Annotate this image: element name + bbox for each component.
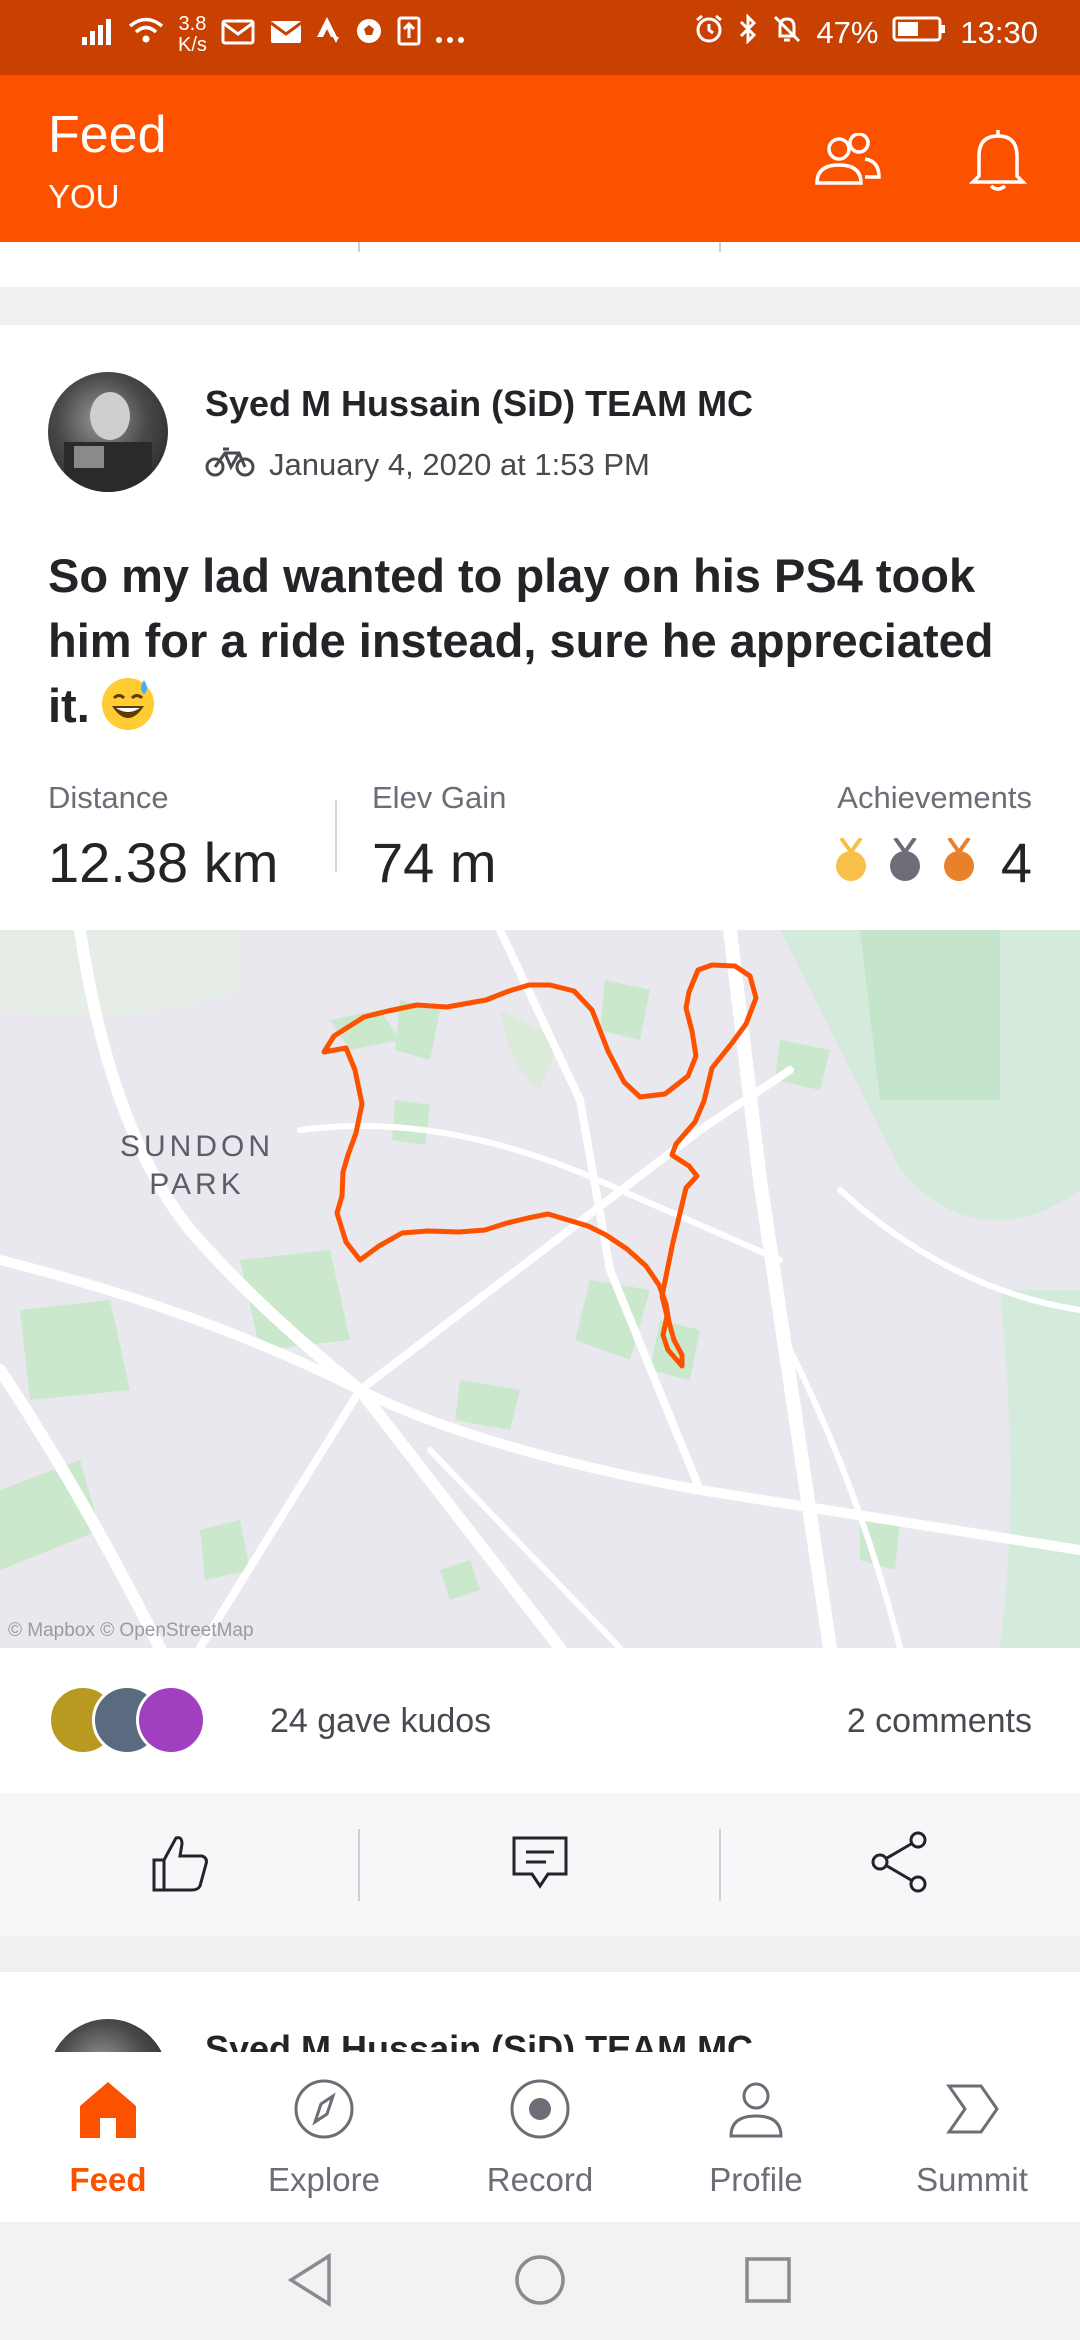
group-icon (811, 131, 883, 194)
find-friends-button[interactable] (807, 123, 887, 203)
stat-elevation: Elev Gain 74 m (372, 780, 506, 895)
mail-icon (269, 17, 303, 53)
thumbs-up-icon (148, 1830, 212, 1899)
comments-count[interactable]: 2 comments (847, 1702, 1032, 1741)
divider (719, 242, 721, 252)
activity-actions (0, 1793, 1080, 1936)
record-icon (509, 2078, 571, 2145)
nav-profile[interactable]: Profile (648, 2052, 864, 2222)
more-icon (435, 17, 465, 53)
home-icon (76, 2078, 140, 2145)
activity-date: January 4, 2020 at 1:53 PM (269, 447, 650, 482)
bike-icon (205, 445, 255, 485)
back-button[interactable] (270, 2242, 350, 2322)
map-attribution[interactable]: © Mapbox © OpenStreetMap (8, 1620, 254, 1642)
bronze-medal-icon (941, 836, 977, 887)
page-title: Feed (48, 106, 167, 164)
silver-medal-icon (887, 836, 923, 887)
strava-icon (316, 17, 341, 53)
divider (335, 800, 337, 872)
kudos-row: 24 gave kudos 2 comments (0, 1648, 1080, 1793)
next-activity-card[interactable]: Syed M Hussain (SiD) TEAM MC (0, 1972, 1080, 2052)
nav-summit[interactable]: Summit (864, 2052, 1080, 2222)
recents-button[interactable] (728, 2242, 808, 2322)
upload-icon (397, 16, 421, 54)
athlete-avatar[interactable] (48, 372, 168, 492)
nav-record[interactable]: Record (432, 2052, 648, 2222)
bluetooth-icon (738, 13, 758, 52)
clock: 13:30 (960, 15, 1038, 50)
achievements[interactable]: 4 (833, 830, 1032, 895)
summit-icon (941, 2078, 1003, 2145)
bottom-navigation: Feed Explore Record Profile Summit (0, 2052, 1080, 2222)
share-icon (868, 1830, 932, 1899)
athlete-avatar[interactable] (48, 2019, 168, 2052)
signal-icon (80, 17, 114, 53)
bell-icon (968, 128, 1028, 199)
comment-icon (510, 1832, 570, 1897)
mute-bell-icon (772, 14, 802, 52)
activity-card[interactable]: Syed M Hussain (SiD) TEAM MC January 4, … (0, 325, 1080, 930)
stat-distance: Distance 12.38 km (48, 780, 278, 895)
stat-value: 12.38 km (48, 831, 279, 894)
status-bar: 3.8 K/s 47% 13:30 (0, 0, 1080, 75)
app-header: Feed YOU (0, 75, 1080, 242)
profile-icon (725, 2078, 787, 2145)
nav-explore[interactable]: Explore (216, 2052, 432, 2222)
map-area-label: SUNDON PARK (120, 1130, 275, 1201)
achievements-count: 4 (1000, 831, 1032, 894)
feed-filter[interactable]: YOU (48, 178, 120, 216)
athlete-name[interactable]: Syed M Hussain (SiD) TEAM MC (205, 383, 753, 425)
comment-button[interactable] (360, 1793, 720, 1936)
alarm-icon (694, 14, 724, 52)
activity-meta: January 4, 2020 at 1:53 PM (205, 445, 650, 485)
network-speed: 3.8 K/s (178, 13, 207, 56)
nav-feed[interactable]: Feed (0, 2052, 216, 2222)
activity-title[interactable]: So my lad wanted to play on his PS4 took… (48, 543, 1048, 738)
back-triangle-icon (285, 2252, 335, 2313)
gold-medal-icon (833, 836, 869, 887)
share-button[interactable] (720, 1793, 1080, 1936)
grinning-sweat-emoji (100, 676, 156, 732)
divider (358, 242, 360, 252)
system-navigation-bar (0, 2222, 1080, 2340)
athlete-name[interactable]: Syed M Hussain (SiD) TEAM MC (205, 2028, 753, 2052)
achievements-label: Achievements (837, 780, 1032, 815)
home-circle-icon (513, 2253, 567, 2312)
home-button[interactable] (500, 2242, 580, 2322)
notifications-button[interactable] (958, 123, 1038, 203)
kudos-button[interactable] (0, 1793, 360, 1936)
gallery-mail-icon (221, 17, 255, 53)
kudos-avatars[interactable] (48, 1685, 248, 1757)
wifi-icon (128, 17, 164, 53)
recents-square-icon (743, 2255, 793, 2310)
stat-value: 74 m (372, 831, 497, 894)
football-icon (355, 17, 383, 53)
kudos-count[interactable]: 24 gave kudos (270, 1702, 491, 1741)
stat-label: Elev Gain (372, 780, 507, 815)
battery-icon (892, 15, 946, 51)
stat-label: Distance (48, 780, 169, 815)
compass-icon (293, 2078, 355, 2145)
avatar (136, 1685, 206, 1755)
route-map[interactable]: SUNDON PARK © Mapbox © OpenStreetMap (0, 930, 1080, 1648)
previous-activity-card (0, 242, 1080, 287)
map-canvas (0, 930, 1080, 1648)
battery-percent: 47% (816, 15, 879, 50)
